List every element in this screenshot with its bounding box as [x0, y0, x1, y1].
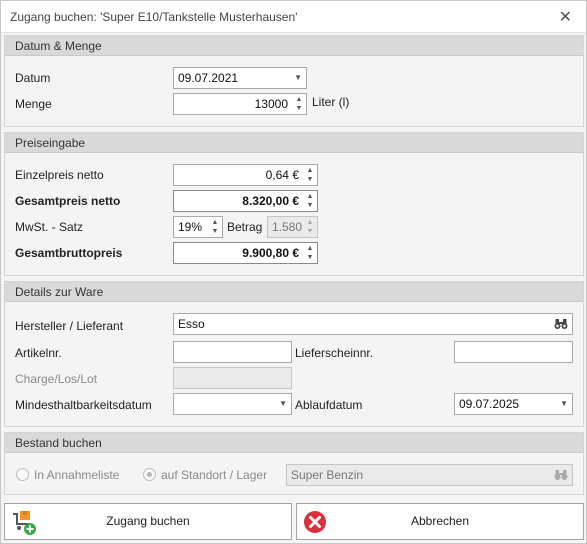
menge-label: Menge [15, 97, 52, 111]
title-bar: Zugang buchen: 'Super E10/Tankstelle Mus… [1, 1, 586, 33]
bruttopreis-value: 9.900,80 € [242, 246, 299, 260]
einzelpreis-label: Einzelpreis netto [15, 168, 104, 182]
binoculars-icon[interactable] [554, 318, 568, 330]
mhd-picker[interactable]: ▼ [173, 393, 292, 415]
close-icon[interactable]: ✕ [559, 7, 572, 27]
cart-add-icon [13, 511, 36, 535]
chevron-down-icon[interactable]: ▼ [560, 394, 568, 414]
group-header: Bestand buchen [5, 433, 583, 453]
lieferscheinnr-field[interactable] [454, 341, 573, 363]
mwst-value: 19% [178, 220, 203, 234]
ablaufdatum-picker[interactable]: 09.07.2025 ▼ [454, 393, 573, 415]
artikelnr-field[interactable] [173, 341, 292, 363]
artikelnr-label: Artikelnr. [15, 346, 62, 360]
ablaufdatum-label: Ablaufdatum [295, 398, 363, 412]
betrag-label: Betrag [227, 220, 263, 234]
einzelpreis-field[interactable]: 0,64 € ▲ ▼ [173, 164, 318, 186]
dialog-window: Zugang buchen: 'Super E10/Tankstelle Mus… [0, 0, 587, 544]
hersteller-label: Hersteller / Lieferant [15, 319, 124, 333]
menge-unit: Liter (l) [312, 95, 350, 109]
spin-icon[interactable]: ▲ ▼ [303, 191, 317, 211]
radio-standort-lager[interactable] [143, 468, 156, 481]
spin-icon[interactable]: ▲ ▼ [292, 94, 306, 114]
radio-annahmeliste[interactable] [16, 468, 29, 481]
zugang-buchen-button[interactable]: Zugang buchen [4, 503, 292, 540]
group-header: Details zur Ware [5, 282, 583, 302]
group-header: Preiseingabe [5, 133, 583, 153]
spin-icon[interactable]: ▲ ▼ [208, 217, 222, 237]
datum-picker[interactable]: 09.07.2021 ▼ [173, 67, 307, 89]
zugang-buchen-label: Zugang buchen [106, 514, 190, 528]
bruttopreis-label: Gesamtbruttopreis [15, 246, 123, 260]
charge-field [173, 367, 292, 389]
betrag-field: 1.580 ▲ ▼ [267, 216, 318, 238]
betrag-value: 1.580 [272, 220, 303, 234]
bruttopreis-field[interactable]: 9.900,80 € ▲ ▼ [173, 242, 318, 264]
spin-icon[interactable]: ▲ ▼ [303, 243, 317, 263]
hersteller-value: Esso [178, 317, 205, 331]
einzelpreis-value: 0,64 € [265, 168, 299, 182]
gesamtpreis-netto-value: 8.320,00 € [242, 194, 299, 208]
hersteller-field[interactable]: Esso [173, 313, 573, 335]
lieferscheinnr-label: Lieferscheinnr. [295, 346, 374, 360]
standort-field: Super Benzin [286, 464, 573, 486]
gesamtpreis-netto-field[interactable]: 8.320,00 € ▲ ▼ [173, 190, 318, 212]
chevron-down-icon[interactable]: ▼ [279, 394, 287, 414]
spin-icon[interactable]: ▲ ▼ [303, 165, 317, 185]
mwst-label: MwSt. - Satz [15, 220, 84, 234]
charge-label: Charge/Los/Lot [15, 372, 98, 386]
abbrechen-label: Abbrechen [410, 514, 470, 528]
cancel-icon [304, 511, 326, 533]
gesamtpreis-netto-label: Gesamtpreis netto [15, 194, 121, 208]
menge-value: 13000 [254, 97, 288, 111]
datum-value: 09.07.2021 [178, 71, 239, 85]
chevron-down-icon[interactable]: ▼ [294, 68, 302, 88]
window-title: Zugang buchen: 'Super E10/Tankstelle Mus… [10, 10, 298, 24]
mwst-field[interactable]: 19% ▲ ▼ [173, 216, 223, 238]
mhd-label: Mindesthaltbarkeitsdatum [15, 398, 152, 412]
binoculars-icon [554, 470, 568, 480]
radio-standort-lager-label: auf Standort / Lager [161, 468, 268, 482]
ablaufdatum-value: 09.07.2025 [459, 397, 520, 411]
abbrechen-button[interactable]: Abbrechen [296, 503, 584, 540]
datum-label: Datum [15, 71, 51, 85]
menge-field[interactable]: 13000 ▲ ▼ [173, 93, 307, 115]
spin-icon: ▲ ▼ [306, 219, 314, 235]
radio-annahmeliste-label: In Annahmeliste [34, 468, 120, 482]
group-header: Datum & Menge [5, 36, 583, 56]
standort-value: Super Benzin [291, 468, 364, 482]
